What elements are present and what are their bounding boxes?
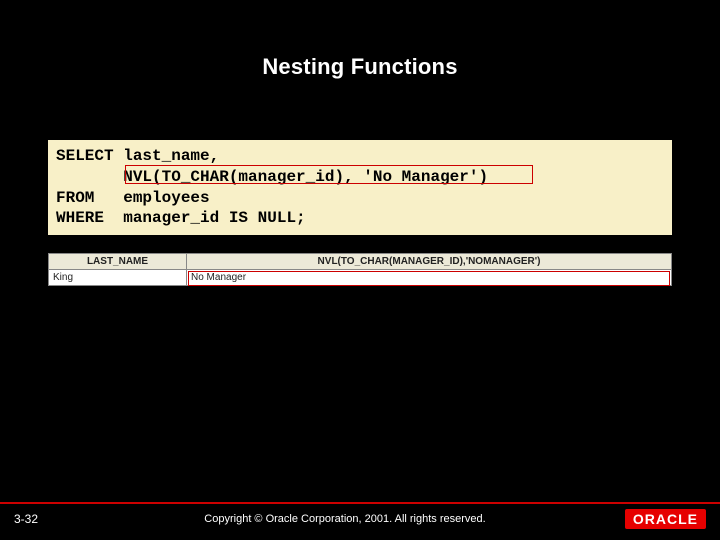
- header-last-name: LAST_NAME: [49, 254, 187, 269]
- oracle-logo: ORACLE: [625, 509, 706, 529]
- result-table: LAST_NAME NVL(TO_CHAR(MANAGER_ID),'NOMAN…: [48, 253, 672, 286]
- slide-title: Nesting Functions: [0, 0, 720, 90]
- nvl-highlight-box: [125, 165, 533, 184]
- logo-wrap: ORACLE: [606, 509, 706, 529]
- copyright-text: Copyright © Oracle Corporation, 2001. Al…: [84, 513, 606, 525]
- table-data-row: King No Manager: [49, 270, 671, 285]
- cell-last-name: King: [49, 270, 187, 285]
- table-header-row: LAST_NAME NVL(TO_CHAR(MANAGER_ID),'NOMAN…: [49, 254, 671, 270]
- header-nvl: NVL(TO_CHAR(MANAGER_ID),'NOMANAGER'): [187, 254, 671, 269]
- sql-code-block: SELECT last_name, NVL(TO_CHAR(manager_id…: [48, 140, 672, 235]
- footer: 3-32 Copyright © Oracle Corporation, 200…: [0, 504, 720, 540]
- cell-nvl: No Manager: [187, 270, 671, 285]
- slide-number: 3-32: [14, 512, 84, 526]
